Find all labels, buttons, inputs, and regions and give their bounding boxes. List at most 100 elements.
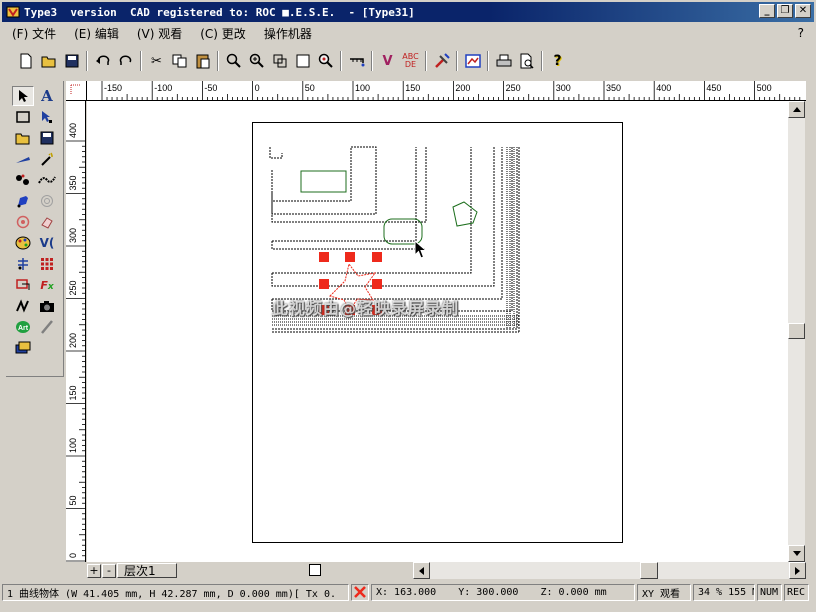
layer-strip: + - 层次1 bbox=[87, 562, 806, 579]
restore-button[interactable]: ❐ bbox=[777, 4, 793, 18]
gear-red-icon[interactable] bbox=[12, 212, 34, 232]
minimize-button[interactable]: _ bbox=[759, 4, 775, 18]
zoom-fit-icon[interactable] bbox=[314, 50, 337, 72]
help-icon[interactable]: ? bbox=[546, 50, 569, 72]
table-tool-icon[interactable] bbox=[12, 254, 34, 274]
camera-icon[interactable] bbox=[36, 296, 58, 316]
sculpt-tool-icon[interactable] bbox=[12, 296, 34, 316]
toolbar-separator bbox=[456, 51, 458, 71]
layer-tab[interactable]: 层次1 bbox=[117, 563, 177, 578]
eraser-icon[interactable] bbox=[36, 212, 58, 232]
view-mode: XY 观看 bbox=[637, 583, 691, 601]
selection-handle bbox=[345, 252, 355, 262]
frame-tool-icon[interactable] bbox=[12, 275, 34, 295]
scroll-up-button[interactable] bbox=[788, 101, 805, 118]
outline-path-4 bbox=[272, 147, 417, 242]
measure-icon[interactable] bbox=[345, 50, 368, 72]
knife-tool-icon[interactable] bbox=[12, 149, 34, 169]
ruler-label: 100 bbox=[355, 83, 370, 93]
spiral-icon[interactable] bbox=[36, 191, 58, 211]
horizontal-ruler[interactable]: -150 -100 -50 0 50 100 150 200 250 300 350 400 450 50… bbox=[87, 81, 806, 101]
window-title: Type3 version CAD registered to: ROC ■.E… bbox=[24, 5, 415, 19]
corner-hook-shape bbox=[269, 147, 283, 159]
close-button[interactable]: ✕ bbox=[795, 4, 811, 18]
undo-icon[interactable] bbox=[91, 50, 114, 72]
vertical-ruler[interactable]: 400 350 300 250 200 150 100 50 0 bbox=[66, 101, 86, 562]
ruler-origin-corner[interactable] bbox=[66, 81, 87, 101]
ruler-label: 150 bbox=[68, 385, 78, 400]
drawing-objects bbox=[269, 146, 520, 333]
menu-change[interactable]: (C) 更改 bbox=[190, 25, 254, 42]
ruler-label: 300 bbox=[68, 228, 78, 243]
menu-file[interactable]: (F) 文件 bbox=[2, 25, 64, 42]
rectangle-tool-icon[interactable] bbox=[12, 107, 34, 127]
ruler-label: -50 bbox=[204, 83, 217, 93]
ruler-label: -100 bbox=[154, 83, 172, 93]
menu-view[interactable]: (V) 观看 bbox=[127, 25, 190, 42]
zoom-window-icon[interactable] bbox=[268, 50, 291, 72]
zoom-in-icon[interactable] bbox=[245, 50, 268, 72]
image-icon[interactable] bbox=[461, 50, 484, 72]
outline-path-1 bbox=[271, 147, 427, 223]
copy-icon[interactable] bbox=[168, 50, 191, 72]
art-icon[interactable]: Art bbox=[12, 317, 34, 337]
text-v-icon[interactable]: V bbox=[376, 50, 399, 72]
new-icon[interactable] bbox=[14, 50, 37, 72]
zoom-icon[interactable] bbox=[222, 50, 245, 72]
redo-icon[interactable] bbox=[114, 50, 137, 72]
green-pentagon-shape bbox=[452, 201, 478, 227]
recording-watermark: 此视频由@轻映录屏录制 bbox=[272, 299, 460, 318]
drawing-canvas[interactable] bbox=[87, 101, 788, 562]
horizontal-scroll-thumb[interactable] bbox=[640, 562, 658, 579]
node-edit-icon[interactable] bbox=[36, 107, 58, 127]
app-icon[interactable] bbox=[5, 4, 21, 20]
layer-checkbox[interactable] bbox=[309, 564, 321, 576]
pen-tool-icon[interactable] bbox=[12, 191, 34, 211]
vertical-scrollbar[interactable] bbox=[788, 101, 805, 562]
toolbar-separator bbox=[140, 51, 142, 71]
spell-icon[interactable]: ABC DE bbox=[399, 50, 422, 72]
cut-icon[interactable]: ✂ bbox=[145, 50, 168, 72]
selection-handle bbox=[372, 252, 382, 262]
magic-wand-icon[interactable] bbox=[36, 149, 58, 169]
add-layer-button[interactable]: + bbox=[87, 563, 101, 578]
palette-icon[interactable] bbox=[12, 233, 34, 253]
scroll-left-button[interactable] bbox=[413, 562, 430, 579]
scroll-down-button[interactable] bbox=[788, 545, 805, 562]
save-icon[interactable] bbox=[60, 50, 83, 72]
object-info: 1 曲线物体 (W 41.405 mm, H 42.287 mm, D 0.00… bbox=[2, 583, 349, 601]
open-folder-icon[interactable] bbox=[12, 128, 34, 148]
ruler-label: 450 bbox=[706, 83, 721, 93]
menu-machine[interactable]: 操作机器 bbox=[254, 25, 320, 42]
outline-path-5 bbox=[271, 147, 495, 287]
horizontal-scrollbar[interactable] bbox=[413, 562, 806, 579]
layers-tool-icon[interactable] bbox=[12, 338, 34, 358]
tools-icon[interactable] bbox=[430, 50, 453, 72]
paste-icon[interactable] bbox=[191, 50, 214, 72]
menu-edit[interactable]: (E) 编辑 bbox=[64, 25, 127, 42]
select-arrow-icon[interactable] bbox=[12, 86, 34, 106]
vector-text-icon[interactable]: V( bbox=[36, 233, 58, 253]
ruler-label: 0 bbox=[255, 83, 260, 93]
print-icon[interactable] bbox=[492, 50, 515, 72]
remove-layer-button[interactable]: - bbox=[102, 563, 116, 578]
scroll-right-button[interactable] bbox=[789, 562, 806, 579]
toolbar-separator bbox=[541, 51, 543, 71]
zoom-page-icon[interactable] bbox=[291, 50, 314, 72]
knife-blade-icon[interactable] bbox=[36, 317, 58, 337]
text-tool-icon[interactable]: A bbox=[36, 86, 58, 106]
chain-tool-icon[interactable] bbox=[36, 170, 58, 190]
print-preview-icon[interactable] bbox=[515, 50, 538, 72]
outline-path-2 bbox=[271, 146, 377, 215]
fx-icon[interactable]: Fx bbox=[36, 275, 58, 295]
open-icon[interactable] bbox=[37, 50, 60, 72]
help-menu[interactable]: ? bbox=[798, 26, 804, 40]
save-disk-icon[interactable] bbox=[36, 128, 58, 148]
tool-palette: A V( Fx Art bbox=[6, 81, 64, 377]
vertical-scroll-thumb[interactable] bbox=[788, 323, 805, 339]
grid-icon[interactable] bbox=[36, 254, 58, 274]
status-bar: 1 曲线物体 (W 41.405 mm, H 42.287 mm, D 0.00… bbox=[2, 582, 814, 602]
node-tool-icon[interactable] bbox=[12, 170, 34, 190]
ruler-label: 350 bbox=[68, 175, 78, 190]
cancel-cross-icon[interactable] bbox=[351, 583, 369, 601]
